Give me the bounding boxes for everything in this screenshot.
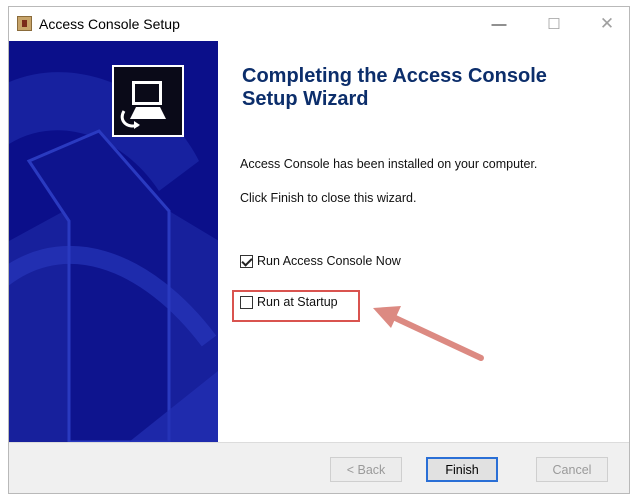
- page-title: Completing the Access Console Setup Wiza…: [242, 65, 602, 111]
- setup-window: Access Console Setup — ☐ ✕ Completing th…: [8, 6, 630, 494]
- window-title: Access Console Setup: [39, 16, 180, 32]
- checkbox-checked-icon[interactable]: [240, 254, 253, 268]
- button-bar: < Back Finish Cancel: [9, 442, 629, 493]
- finish-button[interactable]: Finish: [426, 457, 498, 482]
- annotation-highlight-box: [232, 290, 360, 322]
- page-title-line1: Completing the Access Console: [242, 65, 547, 87]
- cancel-button[interactable]: Cancel: [536, 457, 608, 482]
- installed-message: Access Console has been installed on you…: [240, 157, 538, 171]
- back-button[interactable]: < Back: [330, 457, 402, 482]
- run-now-label[interactable]: Run Access Console Now: [257, 254, 401, 268]
- close-button[interactable]: ✕: [587, 11, 627, 37]
- finish-hint: Click Finish to close this wizard.: [240, 191, 417, 205]
- annotation-arrow-icon: [373, 306, 484, 361]
- title-bar: Access Console Setup — ☐ ✕: [9, 7, 629, 41]
- maximize-button[interactable]: ☐: [534, 11, 574, 37]
- installer-app-icon: [17, 16, 32, 31]
- run-now-checkbox[interactable]: Run Access Console Now: [240, 254, 401, 268]
- wizard-sidebar-banner: [9, 41, 218, 442]
- page-title-line2: Setup Wizard: [242, 88, 369, 110]
- minimize-button[interactable]: —: [479, 11, 519, 37]
- installer-logo-icon: [112, 65, 184, 137]
